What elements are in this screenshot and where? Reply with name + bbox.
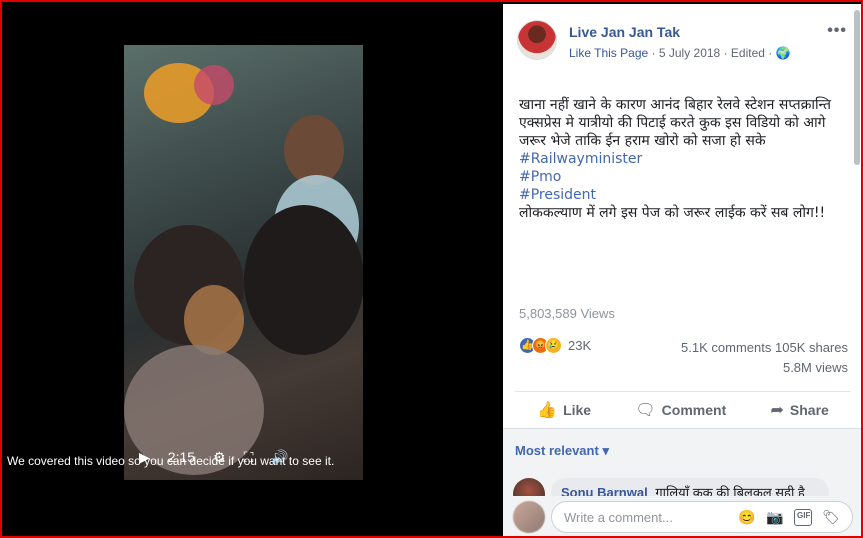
chevron-down-icon: ▾	[602, 443, 609, 458]
comment-text: गालियाँ कुक की बिलकुल सही है	[655, 485, 805, 496]
sticker-icon[interactable]: 🏷	[822, 509, 840, 526]
shares-count-link[interactable]: 105K shares	[775, 340, 848, 355]
post-header: Live Jan Jan Tak Like This Page · 5 July…	[517, 18, 847, 64]
hashtag-link[interactable]: #President	[519, 186, 849, 204]
comment-icon: 🗨	[635, 401, 656, 419]
share-label: Share	[789, 401, 829, 418]
like-button[interactable]: 👍 Like	[537, 400, 591, 420]
views-count: 5,803,589 Views	[519, 306, 615, 321]
user-avatar	[513, 501, 545, 533]
reaction-count: 23K	[568, 337, 592, 353]
more-options-button[interactable]: •••	[827, 22, 847, 40]
video-area: ▶ 2:15 ⚙ ⛶ 🔊 We covered this video so yo…	[4, 4, 503, 536]
edited-label[interactable]: Edited	[731, 46, 765, 60]
meta-separator: ·	[720, 46, 731, 60]
post-panel: Live Jan Jan Tak Like This Page · 5 July…	[503, 4, 861, 536]
comment-author-link[interactable]: Sonu Barnwal	[561, 485, 648, 496]
comment-item: Sonu Barnwal गालियाँ कुक की बिलकुल सही ह…	[513, 476, 853, 496]
post-closing-line: लोककल्याण में लगे इस पेज को जरूर लाईक कर…	[519, 205, 826, 221]
meta-separator: ·	[648, 46, 659, 60]
sort-label: Most relevant	[515, 443, 599, 458]
post-date[interactable]: 5 July 2018	[659, 46, 720, 60]
post-text: खाना नहीं खाने के कारण आनंद बिहार रेलवे …	[519, 96, 849, 222]
page-avatar[interactable]	[517, 20, 557, 60]
like-label: Like	[563, 401, 592, 418]
engagement-counts: 5.1K comments 105K shares 5.8M views	[681, 338, 848, 378]
comment-button[interactable]: 🗨 Comment	[635, 400, 726, 420]
comment-bubble: Sonu Barnwal गालियाँ कुक की बिलकुल सही ह…	[551, 478, 829, 496]
video-player[interactable]	[124, 45, 363, 480]
commenter-avatar[interactable]	[513, 478, 545, 496]
globe-icon: 🌍	[775, 46, 791, 60]
screenshot-frame: ▶ 2:15 ⚙ ⛶ 🔊 We covered this video so yo…	[0, 0, 863, 538]
comment-input[interactable]: Write a comment... 😊 📷 GIF 🏷	[551, 501, 853, 533]
comment-tools: 😊 📷 GIF 🏷	[738, 508, 840, 526]
hashtag-link[interactable]: #Pmo	[519, 168, 849, 186]
emoji-icon[interactable]: 😊	[738, 509, 756, 526]
write-comment-row: Write a comment... 😊 📷 GIF 🏷	[513, 499, 853, 535]
video-warning-caption: We covered this video so you can decide …	[7, 454, 335, 468]
scrollbar[interactable]	[854, 10, 860, 165]
gif-icon[interactable]: GIF	[794, 508, 812, 526]
comment-label: Comment	[661, 401, 727, 418]
share-button[interactable]: ➦ Share	[771, 400, 829, 420]
share-icon: ➦	[770, 401, 784, 419]
camera-icon[interactable]: 📷	[766, 509, 784, 526]
page-name-link[interactable]: Live Jan Jan Tak	[569, 24, 680, 40]
sad-reaction-icon: 😢	[545, 336, 562, 354]
comment-placeholder: Write a comment...	[564, 509, 673, 525]
action-bar: 👍 Like 🗨 Comment ➦ Share	[515, 391, 851, 423]
meta-separator: ·	[764, 46, 776, 60]
hashtag-link[interactable]: #Railwayminister	[519, 150, 849, 168]
views-short: 5.8M views	[782, 360, 848, 375]
comment-sort-dropdown[interactable]: Most relevant ▾	[515, 443, 609, 459]
comments-section: Most relevant ▾ Sonu Barnwal गालियाँ कुक…	[503, 428, 861, 536]
post-body-line: खाना नहीं खाने के कारण आनंद बिहार रेलवे …	[519, 97, 831, 149]
thumbs-up-icon: 👍	[537, 401, 558, 419]
post-meta: Like This Page · 5 July 2018 · Edited · …	[569, 46, 791, 60]
like-page-link[interactable]: Like This Page	[569, 46, 648, 60]
reactions-summary[interactable]: 👍 😡 😢 23K	[519, 335, 591, 355]
comments-count-link[interactable]: 5.1K comments	[681, 340, 771, 355]
